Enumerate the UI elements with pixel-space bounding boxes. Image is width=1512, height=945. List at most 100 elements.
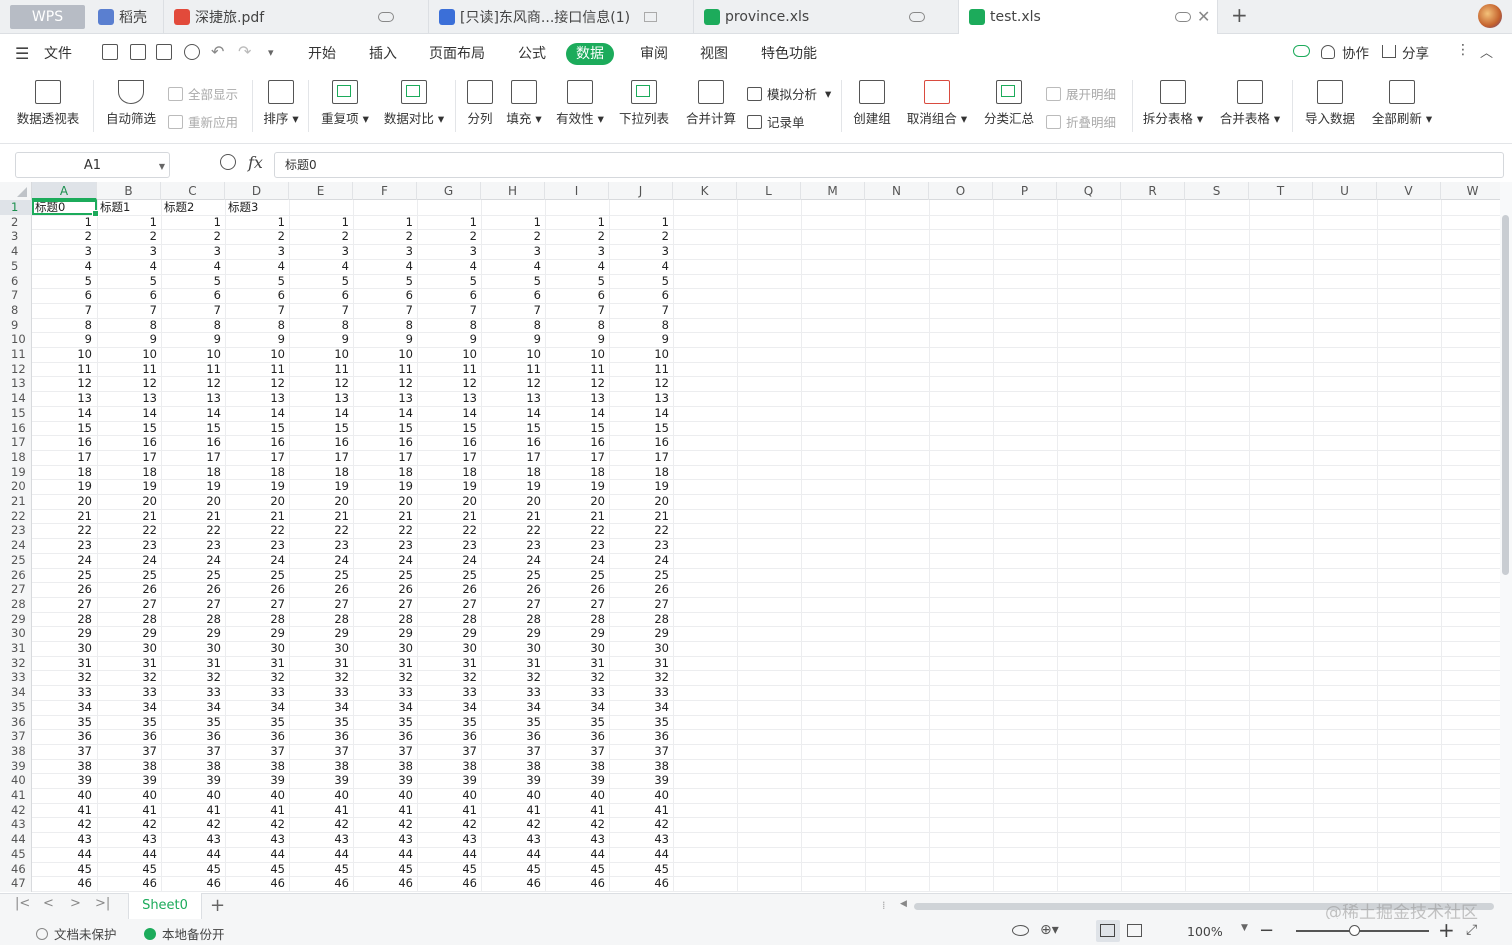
table-cell[interactable]: 42 (32, 817, 96, 832)
row-header[interactable]: 46 (0, 862, 32, 877)
row-header[interactable]: 40 (0, 773, 32, 788)
table-cell[interactable]: 44 (161, 847, 225, 862)
first-sheet-icon[interactable]: |< (15, 896, 30, 911)
table-cell[interactable]: 25 (161, 568, 225, 583)
table-cell[interactable]: 46 (545, 876, 609, 891)
table-cell[interactable]: 31 (32, 656, 96, 671)
row-header[interactable]: 9 (0, 318, 32, 333)
table-cell[interactable]: 38 (545, 759, 609, 774)
table-cell[interactable]: 6 (481, 288, 545, 303)
table-cell[interactable]: 14 (161, 406, 225, 421)
table-cell[interactable]: 11 (161, 362, 225, 377)
table-cell[interactable]: 34 (353, 700, 417, 715)
table-cell[interactable]: 2 (161, 229, 225, 244)
table-cell[interactable]: 15 (289, 421, 353, 436)
table-cell[interactable]: 34 (545, 700, 609, 715)
table-cell[interactable]: 31 (289, 656, 353, 671)
fill-button[interactable]: 填充 ▾ (503, 80, 545, 127)
table-cell[interactable]: 23 (161, 538, 225, 553)
table-cell[interactable]: 31 (417, 656, 481, 671)
add-sheet-icon[interactable]: + (210, 895, 225, 916)
table-cell[interactable]: 21 (417, 509, 481, 524)
table-cell[interactable]: 15 (353, 421, 417, 436)
table-cell[interactable]: 27 (161, 597, 225, 612)
table-cell[interactable]: 46 (97, 876, 161, 891)
row-header[interactable]: 44 (0, 832, 32, 847)
table-cell[interactable]: 42 (609, 817, 673, 832)
table-cell[interactable]: 19 (289, 479, 353, 494)
table-cell[interactable]: 2 (225, 229, 289, 244)
table-cell[interactable]: 35 (545, 715, 609, 730)
table-cell[interactable]: 12 (32, 376, 96, 391)
table-cell[interactable]: 24 (545, 553, 609, 568)
table-cell[interactable]: 16 (609, 435, 673, 450)
table-cell[interactable]: 34 (609, 700, 673, 715)
table-cell[interactable]: 11 (32, 362, 96, 377)
table-cell[interactable]: 30 (32, 641, 96, 656)
table-cell[interactable]: 35 (481, 715, 545, 730)
table-cell[interactable]: 28 (609, 612, 673, 627)
table-cell[interactable]: 11 (289, 362, 353, 377)
hscroll-left-icon[interactable]: ◀ (900, 899, 907, 909)
collab-icon[interactable] (1321, 45, 1335, 59)
table-cell[interactable]: 36 (161, 729, 225, 744)
table-cell[interactable]: 33 (32, 685, 96, 700)
table-cell[interactable]: 19 (32, 479, 96, 494)
table-cell[interactable]: 29 (161, 626, 225, 641)
table-cell[interactable]: 2 (32, 229, 96, 244)
column-header[interactable]: E (289, 182, 353, 200)
table-cell[interactable]: 2 (97, 229, 161, 244)
table-cell[interactable]: 20 (97, 494, 161, 509)
table-cell[interactable]: 40 (545, 788, 609, 803)
zoom-out-icon[interactable]: − (1259, 920, 1274, 941)
table-cell[interactable]: 25 (32, 568, 96, 583)
table-cell[interactable]: 44 (289, 847, 353, 862)
collapse-detail-button[interactable]: 折叠明细 (1046, 112, 1116, 131)
table-cell[interactable]: 5 (225, 274, 289, 289)
name-box[interactable]: A1 ▼ (15, 152, 170, 178)
menu-data[interactable]: 数据 (566, 43, 614, 65)
table-cell[interactable]: 44 (609, 847, 673, 862)
table-cell[interactable]: 23 (481, 538, 545, 553)
menu-view[interactable]: 视图 (700, 43, 728, 65)
row-header[interactable]: 35 (0, 700, 32, 715)
row-header[interactable]: 41 (0, 788, 32, 803)
row-header[interactable]: 43 (0, 817, 32, 832)
table-cell[interactable]: 29 (225, 626, 289, 641)
column-header[interactable]: O (929, 182, 993, 200)
table-cell[interactable]: 15 (545, 421, 609, 436)
table-cell[interactable]: 3 (32, 244, 96, 259)
row-header[interactable]: 23 (0, 523, 32, 538)
import-data-button[interactable]: 导入数据 (1302, 80, 1358, 127)
table-cell[interactable]: 12 (417, 376, 481, 391)
table-cell[interactable]: 9 (481, 332, 545, 347)
table-cell[interactable]: 9 (417, 332, 481, 347)
table-cell[interactable]: 33 (545, 685, 609, 700)
table-cell[interactable]: 1 (161, 215, 225, 230)
table-cell[interactable]: 16 (417, 435, 481, 450)
table-cell[interactable]: 3 (97, 244, 161, 259)
table-cell[interactable]: 1 (225, 215, 289, 230)
table-cell[interactable]: 42 (481, 817, 545, 832)
table-cell[interactable]: 33 (353, 685, 417, 700)
table-cell[interactable]: 40 (289, 788, 353, 803)
table-cell[interactable]: 6 (545, 288, 609, 303)
table-cell[interactable]: 14 (417, 406, 481, 421)
row-header[interactable]: 11 (0, 347, 32, 362)
table-cell[interactable]: 43 (32, 832, 96, 847)
cloud-icon[interactable] (909, 12, 925, 22)
table-cell[interactable]: 23 (609, 538, 673, 553)
cloud-icon[interactable] (378, 12, 394, 22)
table-cell[interactable]: 30 (161, 641, 225, 656)
table-cell[interactable]: 1 (32, 215, 96, 230)
table-cell[interactable]: 45 (609, 862, 673, 877)
row-header[interactable]: 22 (0, 509, 32, 524)
table-cell[interactable]: 43 (289, 832, 353, 847)
table-cell[interactable]: 41 (417, 803, 481, 818)
table-cell[interactable]: 32 (32, 670, 96, 685)
table-cell[interactable]: 26 (32, 582, 96, 597)
table-cell[interactable]: 3 (161, 244, 225, 259)
table-cell[interactable]: 6 (97, 288, 161, 303)
table-cell[interactable]: 7 (545, 303, 609, 318)
table-cell[interactable]: 41 (32, 803, 96, 818)
